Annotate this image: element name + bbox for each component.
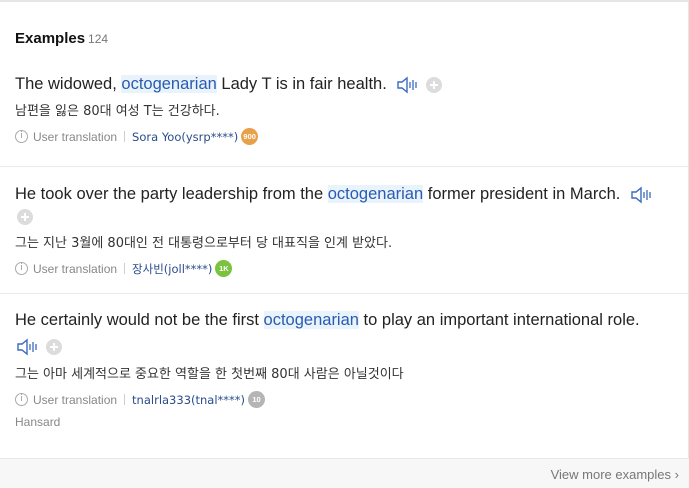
user-link[interactable]: 장사빈(joll****): [132, 261, 212, 277]
sentence-text: He certainly would not be the first: [15, 311, 264, 329]
examples-title: Examples: [15, 30, 86, 47]
user-badge: 900: [241, 128, 259, 145]
top-border: [0, 0, 689, 2]
korean-translation: 그는 지난 3월에 80대인 전 대통령으로부터 당 대표직을 인계 받았다.: [15, 236, 393, 251]
info-icon[interactable]: i: [15, 262, 28, 275]
divider: [0, 166, 689, 167]
example-item: He certainly would not be the first octo…: [15, 308, 675, 408]
add-icon[interactable]: [426, 76, 443, 93]
sentence-text: The widowed,: [15, 75, 122, 93]
view-more-link[interactable]: View more examples ›: [551, 467, 679, 482]
info-icon[interactable]: i: [15, 130, 28, 143]
sentence-text: to play an important international role.: [358, 311, 640, 329]
sentence-text: former president in March.: [423, 185, 621, 203]
source-label: Hansard: [15, 415, 61, 429]
user-badge: 1K: [215, 260, 233, 277]
chevron-right-icon: ›: [674, 467, 679, 482]
highlighted-word[interactable]: octogenarian: [327, 185, 424, 203]
example-sentence: He took over the party leadership from t…: [15, 182, 675, 206]
highlighted-word[interactable]: octogenarian: [263, 311, 359, 329]
source-label: User translation: [33, 129, 118, 144]
example-item: The widowed, octogenarian Lady T is in f…: [15, 72, 675, 145]
separator: [124, 131, 126, 142]
translation-meta: i User translation Sora Yoo(ysrp****) 90…: [15, 128, 675, 145]
user-badge: 10: [248, 391, 266, 408]
sentence-text: He took over the party leadership from t…: [15, 185, 328, 203]
example-item: He took over the party leadership from t…: [15, 182, 675, 277]
korean-translation: 그는 아마 세계적으로 중요한 역할을 한 첫번째 80대 사람은 아닐것이다: [15, 367, 404, 382]
speaker-icon[interactable]: [395, 75, 421, 95]
user-link[interactable]: tnalrla333(tnal****): [132, 393, 245, 407]
source-label: User translation: [33, 261, 118, 276]
examples-header: Examples 124: [15, 30, 108, 47]
add-icon[interactable]: [46, 339, 62, 355]
speaker-icon[interactable]: [629, 185, 655, 205]
highlighted-word[interactable]: octogenarian: [121, 75, 217, 93]
view-more-label: View more examples: [550, 467, 672, 482]
user-link[interactable]: Sora Yoo(ysrp****): [132, 130, 238, 144]
translation-meta: i User translation tnalrla333(tnal****) …: [15, 391, 675, 408]
examples-count: 124: [88, 32, 109, 46]
separator: [124, 263, 126, 274]
example-sentence: He certainly would not be the first octo…: [15, 308, 675, 332]
info-icon[interactable]: i: [15, 393, 28, 406]
add-icon[interactable]: [17, 208, 33, 225]
speaker-icon[interactable]: [15, 337, 41, 357]
footer-bar: View more examples ›: [0, 458, 689, 488]
translation-meta: i User translation 장사빈(joll****) 1K: [15, 260, 675, 277]
example-sentence: The widowed, octogenarian Lady T is in f…: [15, 72, 675, 96]
sentence-text: Lady T is in fair health.: [216, 75, 387, 93]
korean-translation: 남편을 잃은 80대 여성 T는 건강하다.: [15, 104, 220, 119]
source-label: User translation: [33, 392, 118, 407]
divider: [0, 293, 689, 294]
separator: [124, 394, 126, 405]
